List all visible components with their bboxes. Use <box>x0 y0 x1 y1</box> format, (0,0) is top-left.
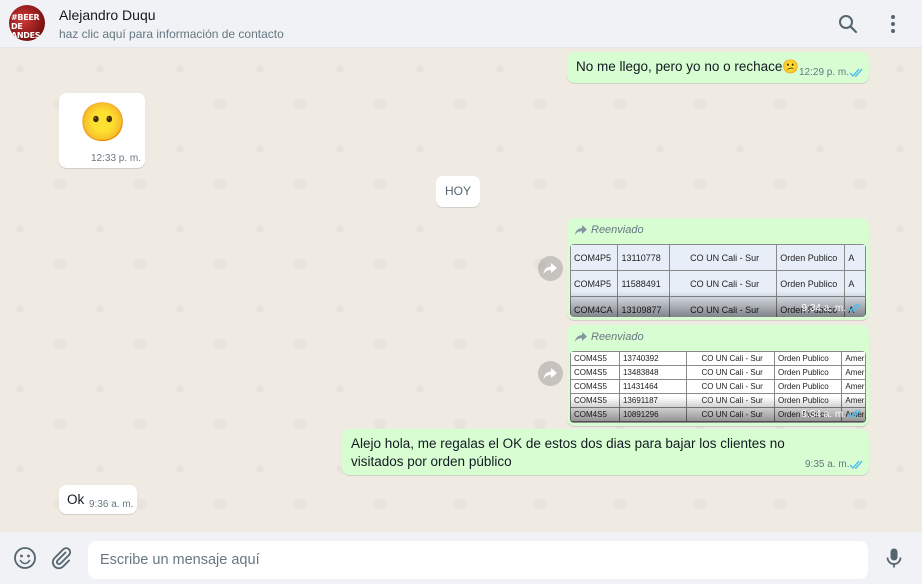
sheet-cell: Amer <box>841 379 866 394</box>
message-time: 12:33 p. m. <box>91 153 142 164</box>
message-text: No me llego, pero yo no o rechace😕 <box>576 59 800 74</box>
sheet-cell: COM4S5 <box>570 365 620 380</box>
sheet-cell: CO UN Cali - Sur <box>686 379 776 394</box>
paperclip-icon[interactable] <box>49 546 73 570</box>
sheet-cell: 13483848 <box>618 365 688 380</box>
sheet-cell: 11431464 <box>618 379 688 394</box>
sheet-row: COM4P5 13110778 CO UN Cali - Sur Orden Publ… <box>570 244 866 271</box>
avatar-text: #BEER DE ANDES <box>11 13 41 40</box>
message-time: 9:34 a. m. <box>801 409 846 420</box>
compose-bar <box>0 532 922 584</box>
sheet-cell: Orden Publico <box>774 379 843 394</box>
sheet-cell: COM4P5 <box>570 244 619 271</box>
sheet-cell: Orden Publico <box>776 244 846 271</box>
forward-button[interactable] <box>538 256 563 281</box>
sheet-row: COM4S5 13483848 CO UN Cali - Sur Orden Publ… <box>570 365 866 380</box>
sheet-cell: CO UN Cali - Sur <box>668 244 778 271</box>
forward-icon <box>543 263 557 274</box>
sheet-row: COM4S5 11431464 CO UN Cali - Sur Orden Publ… <box>570 379 866 394</box>
sheet-cell: Orden Publico <box>774 351 843 366</box>
forward-icon <box>543 368 557 379</box>
contact-info-hint[interactable]: haz clic aquí para información de contac… <box>59 27 284 41</box>
sheet-cell: Amer <box>841 351 866 366</box>
read-ticks-icon <box>847 409 861 419</box>
sheet-cell: A <box>844 244 866 271</box>
sheet-cell: 13110778 <box>617 244 670 271</box>
forwarded-text: Reenviado <box>591 224 644 236</box>
sheet-cell: Amer <box>841 365 866 380</box>
chat-area[interactable]: No me llego, pero yo no o rechace😕 12:29… <box>0 49 922 532</box>
message-time: 9:34 a. m. <box>801 303 846 314</box>
sheet-cell: CO UN Cali - Sur <box>686 351 776 366</box>
message-outgoing[interactable]: No me llego, pero yo no o rechace😕 12:29… <box>567 52 869 83</box>
image-thumbnail[interactable]: COM4P5 13110778 CO UN Cali - Sur Orden Publ… <box>570 244 866 317</box>
forward-arrow-icon <box>575 225 587 235</box>
search-icon[interactable] <box>836 12 860 36</box>
read-ticks-icon <box>849 68 863 78</box>
sheet-row: COM4S5 13740392 CO UN Cali - Sur Orden Publ… <box>570 351 866 366</box>
message-incoming[interactable]: Ok 9:36 a. m. <box>59 485 137 514</box>
message-time: 9:35 a. m. <box>805 459 850 470</box>
forwarded-text: Reenviado <box>591 331 644 343</box>
message-outgoing[interactable]: Alejo hola, me regalas el OK de estos do… <box>342 429 869 475</box>
contact-name[interactable]: Alejandro Duqu <box>59 7 156 23</box>
date-divider: HOY <box>436 176 480 207</box>
sheet-cell: CO UN Cali - Sur <box>686 365 776 380</box>
read-ticks-icon <box>847 303 861 313</box>
message-text: Ok <box>67 492 85 507</box>
message-input[interactable] <box>100 550 850 570</box>
chat-scrollbar[interactable] <box>916 49 922 532</box>
microphone-icon[interactable] <box>882 546 906 570</box>
sheet-cell: COM4S5 <box>570 379 620 394</box>
message-incoming-emoji[interactable]: 😶 12:33 p. m. <box>59 93 145 168</box>
kebab-menu-icon[interactable] <box>881 12 905 36</box>
sheet-cell: COM4S5 <box>570 351 620 366</box>
forwarded-label: Reenviado <box>575 224 644 236</box>
forwarded-label: Reenviado <box>575 331 644 343</box>
image-thumbnail[interactable]: COM4S5 13740392 CO UN Cali - Sur Orden Publ… <box>570 351 866 423</box>
message-input-box[interactable] <box>88 541 868 579</box>
forward-arrow-icon <box>575 332 587 342</box>
emoji-sticker: 😶 <box>79 102 127 144</box>
forward-button[interactable] <box>538 361 563 386</box>
read-ticks-icon <box>849 460 863 470</box>
sheet-cell: 13740392 <box>618 351 688 366</box>
message-text: Alejo hola, me regalas el OK de estos do… <box>351 436 785 469</box>
message-time: 9:36 a. m. <box>89 499 134 510</box>
sheet-cell: Orden Publico <box>774 365 843 380</box>
message-time: 12:29 p. m. <box>799 67 850 78</box>
avatar[interactable]: #BEER DE ANDES <box>9 5 45 41</box>
message-outgoing-image[interactable]: Reenviado COM4S5 13740392 CO UN Cali - Sur… <box>567 325 869 426</box>
message-outgoing-image[interactable]: Reenviado COM4P5 13110778 CO UN Cali - Sur… <box>567 218 869 320</box>
emoji-icon[interactable] <box>13 546 37 570</box>
chat-header[interactable]: #BEER DE ANDES Alejandro Duqu haz clic a… <box>0 0 922 48</box>
